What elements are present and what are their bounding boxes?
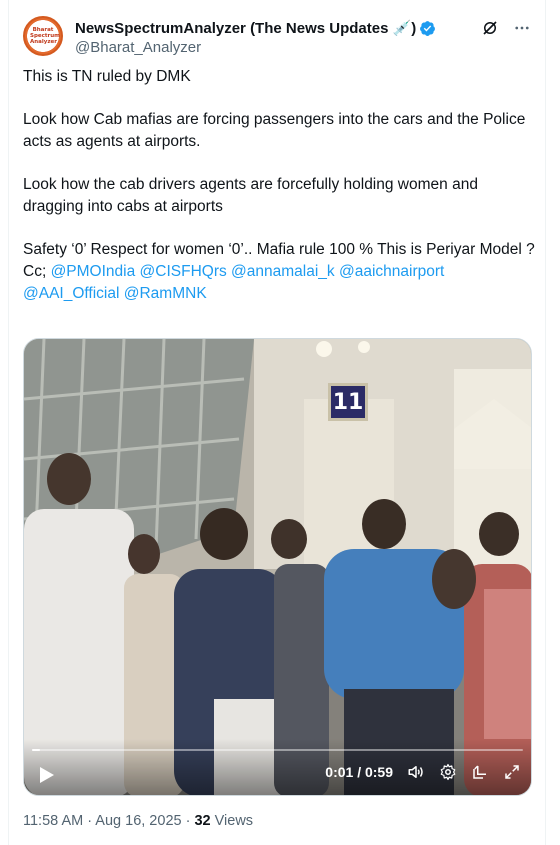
tweet-line-4-text: Safety ‘0’ Respect for women ‘0’.. Mafia…: [23, 241, 535, 258]
video-controls: 0:01 / 0:59: [24, 739, 531, 795]
tweet-meta: 11:58 AM · Aug 16, 2025 · 32 Views: [23, 813, 253, 829]
verified-badge-icon: [419, 20, 436, 37]
mention-aai-official[interactable]: @AAI_Official: [23, 285, 119, 302]
popout-icon[interactable]: [471, 763, 489, 781]
meta-separator: ·: [83, 813, 96, 829]
video-player[interactable]: 11 0:01 / 0:59: [23, 338, 532, 796]
tweet-line-2: Look how Cab mafias are forcing passenge…: [23, 111, 530, 150]
grok-icon[interactable]: [481, 19, 499, 37]
volume-icon[interactable]: [407, 763, 425, 781]
cc-prefix: Cc;: [23, 263, 51, 280]
author-display-name[interactable]: NewsSpectrumAnalyzer (The News Updates 💉…: [75, 19, 416, 37]
video-progress-bar[interactable]: [32, 749, 523, 751]
video-progress-fill: [32, 749, 41, 751]
gear-icon[interactable]: [439, 763, 457, 781]
tweet-time[interactable]: 11:58 AM: [23, 813, 83, 829]
video-right-controls: 0:01 / 0:59: [325, 763, 521, 781]
views-label: Views: [210, 813, 254, 829]
video-frame: [24, 339, 531, 795]
mention-rammnk[interactable]: @RamMNK: [124, 285, 207, 302]
tweet-line-1: This is TN ruled by DMK: [23, 68, 191, 85]
views-count[interactable]: 32: [194, 813, 210, 829]
avatar[interactable]: Bharat Spectrum Analyzer: [23, 16, 63, 56]
fullscreen-icon[interactable]: [503, 763, 521, 781]
meta-separator-2: ·: [181, 813, 195, 829]
tweet-card: Bharat Spectrum Analyzer NewsSpectrumAna…: [8, 0, 546, 845]
author-block: NewsSpectrumAnalyzer (The News Updates 💉…: [75, 18, 436, 56]
video-time: 0:01 / 0:59: [325, 764, 393, 780]
mention-annamalai[interactable]: @annamalai_k: [231, 263, 335, 280]
tweet-date[interactable]: Aug 16, 2025: [95, 813, 181, 829]
tweet-line-3: Look how the cab drivers agents are forc…: [23, 176, 483, 215]
tweet-header: Bharat Spectrum Analyzer NewsSpectrumAna…: [23, 16, 533, 60]
author-handle[interactable]: @Bharat_Analyzer: [75, 39, 436, 56]
play-icon[interactable]: [36, 765, 56, 785]
mention-pmoindia[interactable]: @PMOIndia: [51, 263, 136, 280]
tweet-line-4: Safety ‘0’ Respect for women ‘0’.. Mafia…: [23, 239, 535, 305]
more-icon[interactable]: [513, 19, 531, 37]
avatar-logo-text: Bharat Spectrum Analyzer: [30, 27, 60, 45]
mention-aaichnairport[interactable]: @aaichnairport: [339, 263, 444, 280]
gate-number-sign: 11: [328, 383, 368, 421]
tweet-text: This is TN ruled by DMK Look how Cab maf…: [23, 66, 535, 305]
header-actions: [481, 19, 531, 37]
mention-cisfhqrs[interactable]: @CISFHQrs: [140, 263, 227, 280]
